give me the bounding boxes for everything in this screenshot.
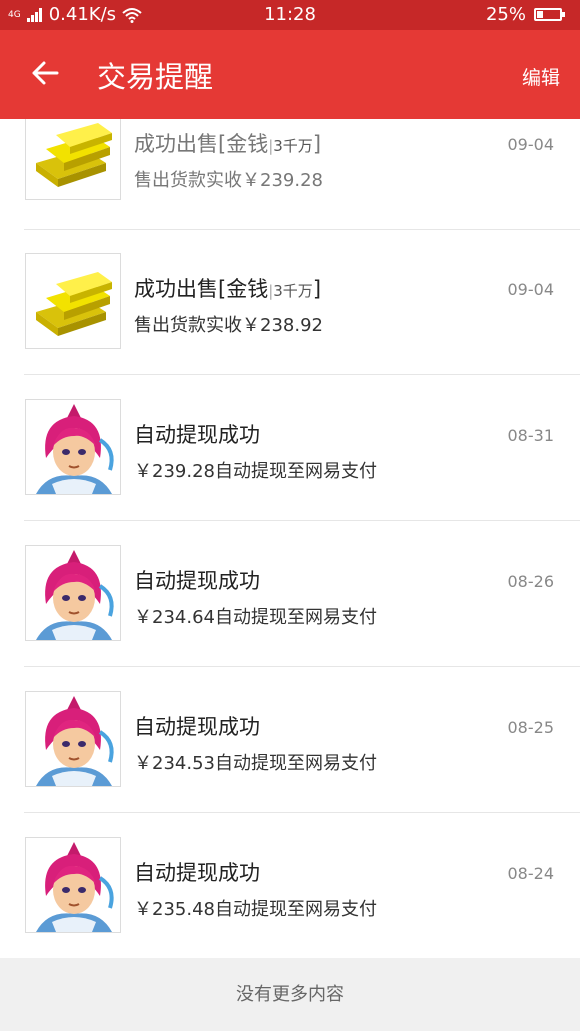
status-bar: 4G 0.41K/s 11:28 25% [0,0,580,30]
item-title: 自动提现成功 [134,861,260,885]
item-desc: 售出货款实收￥238.92 [134,315,323,336]
gold-bars-icon [25,253,121,349]
back-arrow-icon[interactable] [30,58,60,88]
item-title-end: ] [312,132,322,156]
item-date: 09-04 [507,280,555,299]
item-desc: ￥234.64自动提现至网易支付 [134,607,377,628]
item-title-sub: 3千万 [273,137,313,155]
item-title-sub: 3千万 [273,282,313,300]
item-title-end: ] [312,277,322,301]
status-right: 25% [485,4,565,25]
item-desc: 售出货款实收￥239.28 [134,170,323,191]
item-date: 08-26 [507,572,555,591]
character-avatar-icon [25,399,121,495]
item-title-main: 成功出售[金钱 [134,277,269,301]
item-title: 自动提现成功 [134,569,260,593]
character-avatar-icon [25,691,121,787]
list-item[interactable]: 自动提现成功 ￥234.64自动提现至网易支付 08-26 [24,521,580,667]
item-date: 08-24 [507,864,555,883]
no-more-content-footer: 没有更多内容 [0,958,580,1031]
item-desc: ￥239.28自动提现至网易支付 [134,461,377,482]
item-title-main: 成功出售[金钱 [134,132,269,156]
item-date: 08-25 [507,718,555,737]
item-desc: ￥235.48自动提现至网易支付 [134,899,377,920]
notification-list: 成功出售[金钱|3千万] 售出货款实收￥239.28 09-04 成功出售[金钱… [0,119,580,958]
page-title: 交易提醒 [97,60,214,94]
app-bar: 交易提醒 编辑 [0,30,580,119]
list-item[interactable]: 自动提现成功 ￥234.53自动提现至网易支付 08-25 [24,667,580,813]
gold-bars-icon [25,119,121,200]
list-item[interactable]: 成功出售[金钱|3千万] 售出货款实收￥239.28 09-04 [24,119,580,230]
item-date: 08-31 [507,426,555,445]
item-desc: ￥234.53自动提现至网易支付 [134,753,377,774]
edit-button[interactable]: 编辑 [522,63,560,90]
item-title: 自动提现成功 [134,423,260,447]
list-item[interactable]: 自动提现成功 ￥239.28自动提现至网易支付 08-31 [24,375,580,521]
item-title: 成功出售[金钱|3千万] [134,273,321,303]
character-avatar-icon [25,545,121,641]
battery-percent: 25% [485,4,526,25]
item-date: 09-04 [507,135,555,154]
item-title: 成功出售[金钱|3千万] [134,128,321,158]
list-item[interactable]: 成功出售[金钱|3千万] 售出货款实收￥238.92 09-04 [24,229,580,375]
item-title: 自动提现成功 [134,715,260,739]
battery-icon [534,8,565,21]
character-avatar-icon [25,837,121,933]
list-item[interactable]: 自动提现成功 ￥235.48自动提现至网易支付 08-24 [24,813,580,958]
